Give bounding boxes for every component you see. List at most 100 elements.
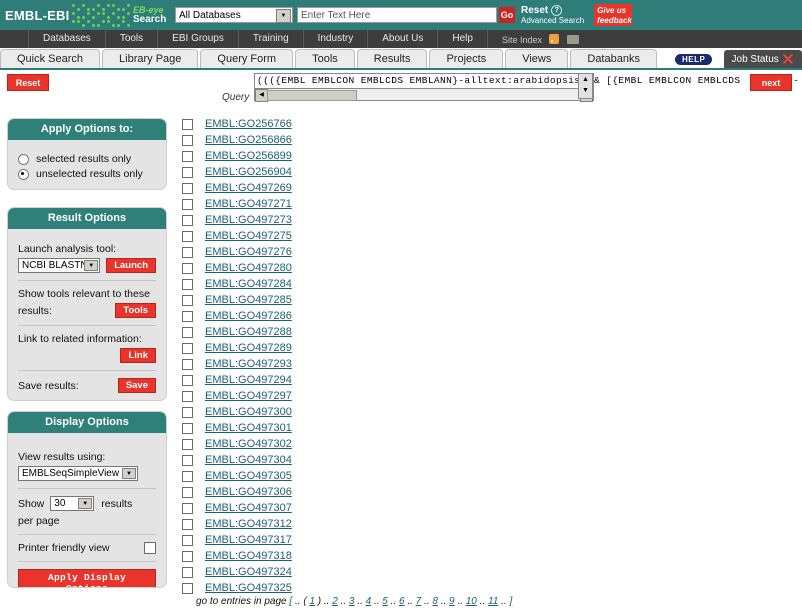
site-index-link[interactable]: Site Index	[488, 33, 579, 45]
rss-icon[interactable]	[549, 33, 560, 44]
pagination-page-link[interactable]: 9	[449, 596, 455, 607]
result-link[interactable]: EMBL:GO497318	[205, 550, 292, 562]
result-link[interactable]: EMBL:GO497276	[205, 246, 292, 258]
embl-ebi-logo[interactable]: EMBL-EBI	[0, 8, 71, 23]
result-link[interactable]: EMBL:GO497305	[205, 470, 292, 482]
result-link[interactable]: EMBL:GO497300	[205, 406, 292, 418]
result-link[interactable]: EMBL:GO497288	[205, 326, 292, 338]
result-checkbox[interactable]	[182, 166, 193, 178]
result-checkbox[interactable]	[182, 294, 193, 306]
help-badge[interactable]: HELP	[674, 54, 713, 65]
global-search-input[interactable]: Enter Text Here	[297, 7, 497, 23]
result-checkbox[interactable]	[182, 214, 193, 226]
nav-item-training[interactable]: Training	[239, 30, 304, 48]
tab-query-form[interactable]: Query Form	[200, 49, 294, 68]
result-checkbox[interactable]	[182, 182, 193, 194]
result-link[interactable]: EMBL:GO497280	[205, 262, 292, 274]
pagination-close-bracket[interactable]: ]	[509, 596, 512, 607]
job-status-tab[interactable]: Job Status ❌	[723, 50, 802, 68]
tab-projects[interactable]: Projects	[429, 49, 504, 68]
nav-item-about-us[interactable]: About Us	[368, 30, 439, 48]
result-checkbox[interactable]	[182, 422, 193, 434]
query-input[interactable]: ((({EMBL EMBLCON EMBLCDS EMBLANN}-alltex…	[254, 73, 594, 88]
launch-button[interactable]: Launch	[106, 258, 156, 273]
result-checkbox[interactable]	[182, 502, 193, 514]
result-checkbox[interactable]	[182, 390, 193, 402]
result-link[interactable]: EMBL:GO256904	[205, 166, 292, 178]
result-checkbox[interactable]	[182, 342, 193, 354]
result-link[interactable]: EMBL:GO497286	[205, 310, 292, 322]
give-feedback-button[interactable]: Give us feedback	[594, 4, 633, 26]
tab-results[interactable]: Results	[356, 49, 428, 68]
radio-selected-results[interactable]: selected results only	[18, 153, 156, 165]
result-checkbox[interactable]	[182, 374, 193, 386]
advanced-search-link[interactable]: Advanced Search	[521, 16, 584, 26]
result-link[interactable]: EMBL:GO497304	[205, 454, 292, 466]
radio-unselected-results[interactable]: unselected results only	[18, 168, 156, 180]
apply-display-options-button[interactable]: Apply Display Options	[18, 569, 156, 587]
query-horizontal-scrollbar[interactable]: ◀ ▶	[254, 88, 594, 102]
result-link[interactable]: EMBL:GO497289	[205, 342, 292, 354]
printer-friendly-checkbox[interactable]	[144, 542, 156, 554]
tab-databanks[interactable]: Databanks	[570, 49, 657, 68]
nav-item-tools[interactable]: Tools	[106, 30, 159, 48]
result-link[interactable]: EMBL:GO497294	[205, 374, 292, 386]
query-resize-handle[interactable]: ▲ ▼	[578, 73, 593, 99]
scrollbar-thumb[interactable]	[267, 90, 357, 101]
result-link[interactable]: EMBL:GO497297	[205, 390, 292, 402]
result-checkbox[interactable]	[182, 230, 193, 242]
result-checkbox[interactable]	[182, 582, 193, 594]
result-link[interactable]: EMBL:GO497312	[205, 518, 292, 530]
result-checkbox[interactable]	[182, 406, 193, 418]
result-checkbox[interactable]	[182, 150, 193, 162]
result-checkbox[interactable]	[182, 534, 193, 546]
nav-item-databases[interactable]: Databases	[28, 30, 106, 48]
pagination-page-link[interactable]: 11	[488, 596, 498, 607]
result-checkbox[interactable]	[182, 246, 193, 258]
chevron-down-icon[interactable]: ▼	[276, 9, 291, 23]
result-link[interactable]: EMBL:GO497325	[205, 582, 292, 594]
pagination-page-link[interactable]: 5	[382, 596, 388, 607]
result-checkbox[interactable]	[182, 278, 193, 290]
database-select[interactable]: All Databases ▼	[175, 7, 293, 23]
close-icon[interactable]: ❌	[783, 50, 794, 68]
result-link[interactable]: EMBL:GO256866	[205, 134, 292, 146]
next-button[interactable]: next	[750, 74, 792, 91]
results-per-page-select[interactable]: 30 ▼	[50, 496, 95, 511]
analysis-tool-select[interactable]: NCBI BLASTN ▼	[18, 258, 101, 273]
result-checkbox[interactable]	[182, 358, 193, 370]
result-checkbox[interactable]	[182, 326, 193, 338]
result-link[interactable]: EMBL:GO497271	[205, 198, 292, 210]
nav-item-help[interactable]: Help	[438, 30, 488, 48]
result-checkbox[interactable]	[182, 134, 193, 146]
go-button[interactable]: Go	[499, 7, 515, 23]
help-question-icon[interactable]: ?	[551, 4, 563, 16]
banner-reset-link[interactable]: Reset?	[521, 4, 584, 16]
result-checkbox[interactable]	[182, 470, 193, 482]
radio-unselected-results-control[interactable]	[18, 168, 29, 180]
result-link[interactable]: EMBL:GO256766	[205, 118, 292, 130]
result-link[interactable]: EMBL:GO497275	[205, 230, 292, 242]
pagination-page-link[interactable]: 2	[332, 596, 338, 607]
tab-quick-search[interactable]: Quick Search	[0, 49, 101, 68]
result-link[interactable]: EMBL:GO497307	[205, 502, 292, 514]
nav-item-ebi-groups[interactable]: EBI Groups	[158, 30, 239, 48]
pagination-page-link[interactable]: 10	[466, 596, 477, 607]
result-link[interactable]: EMBL:GO497273	[205, 214, 292, 226]
chevron-down-icon[interactable]: ▼	[78, 498, 93, 509]
chevron-down-icon[interactable]: ▼	[122, 468, 136, 479]
reset-button[interactable]: Reset	[7, 74, 49, 91]
result-link[interactable]: EMBL:GO497269	[205, 182, 292, 194]
tab-library-page[interactable]: Library Page	[102, 49, 199, 68]
view-results-select[interactable]: EMBLSeqSimpleView ▼	[18, 466, 138, 481]
result-link[interactable]: EMBL:GO497306	[205, 486, 292, 498]
result-checkbox[interactable]	[182, 486, 193, 498]
result-checkbox[interactable]	[182, 262, 193, 274]
link-button[interactable]: Link	[120, 348, 156, 363]
chevron-down-icon[interactable]: ▼	[84, 260, 99, 271]
result-link[interactable]: EMBL:GO497301	[205, 422, 292, 434]
result-checkbox[interactable]	[182, 550, 193, 562]
nav-item-industry[interactable]: Industry	[304, 30, 369, 48]
result-link[interactable]: EMBL:GO497302	[205, 438, 292, 450]
result-link[interactable]: EMBL:GO497285	[205, 294, 292, 306]
